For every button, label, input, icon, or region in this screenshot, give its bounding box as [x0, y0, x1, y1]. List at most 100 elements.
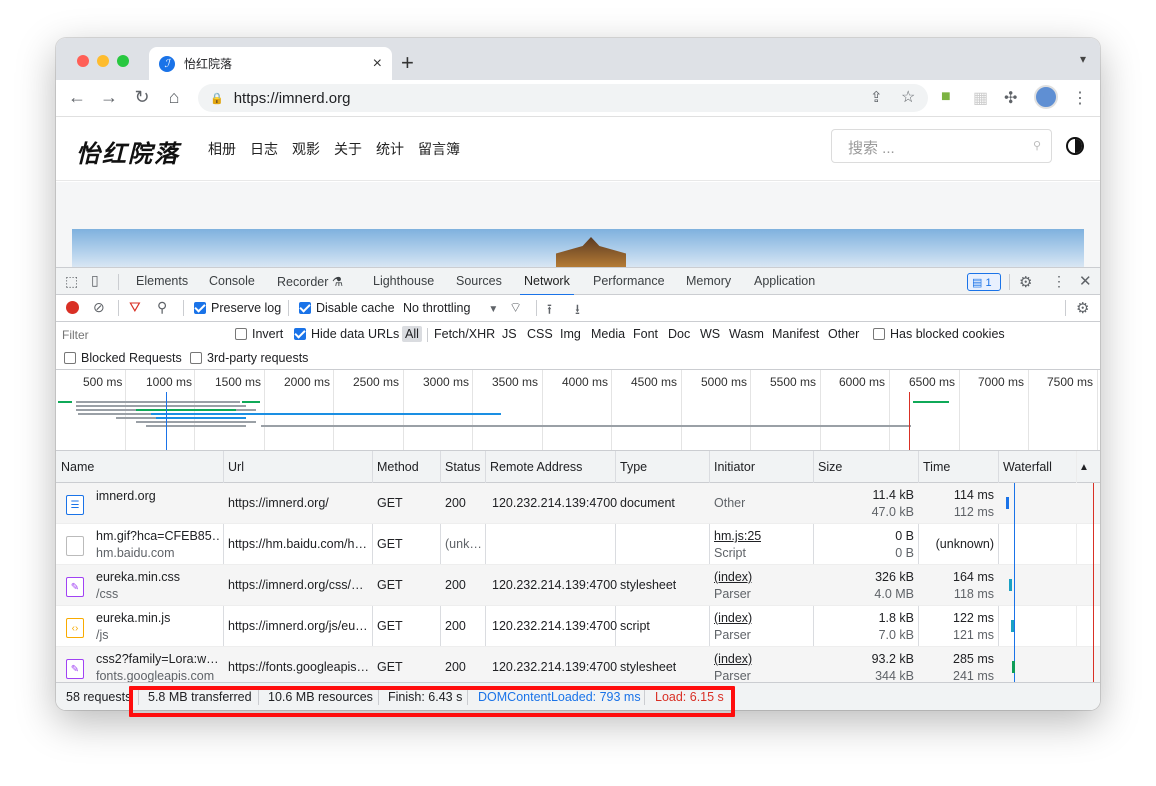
record-icon[interactable]	[66, 301, 79, 314]
nav-item[interactable]: 关于	[334, 139, 362, 159]
load-event-line	[1093, 606, 1094, 647]
tab-recorder[interactable]: Recorder ⚗	[277, 274, 343, 289]
column-header-name[interactable]: Name	[61, 460, 94, 474]
column-header-remote-address[interactable]: Remote Address	[490, 460, 582, 474]
extension-icon[interactable]: ▦	[973, 88, 988, 108]
filter-funnel-icon[interactable]: ⛛	[129, 299, 141, 316]
inspect-element-icon[interactable]: ⬚	[65, 273, 78, 290]
invert-checkbox[interactable]: Invert	[235, 327, 283, 341]
overview-request-bar	[156, 417, 246, 419]
filter-type-css[interactable]: CSS	[524, 326, 556, 342]
issues-count: 1	[985, 277, 992, 289]
back-arrow-icon[interactable]: ←	[66, 87, 88, 108]
tab-elements[interactable]: Elements	[136, 274, 188, 288]
column-header-size[interactable]: Size	[818, 460, 842, 474]
request-initiator[interactable]: (index)	[714, 652, 752, 666]
filter-type-all[interactable]: All	[402, 326, 422, 342]
network-conditions-icon[interactable]: ⌔	[509, 299, 522, 317]
search-icon[interactable]: ⚲	[157, 299, 167, 316]
has-blocked-cookies-checkbox[interactable]: Has blocked cookies	[873, 327, 1005, 341]
filter-type-doc[interactable]: Doc	[665, 326, 693, 342]
settings-gear-icon[interactable]: ⚙	[1019, 273, 1032, 291]
third-party-requests-checkbox[interactable]: 3rd-party requests	[190, 351, 308, 365]
browser-tab[interactable]: ℐ 怡红院落 ×	[149, 47, 392, 80]
column-header-url[interactable]: Url	[228, 460, 244, 474]
new-tab-button[interactable]: +	[401, 50, 414, 76]
table-header: Name Url Method Status Remote Address Ty…	[56, 451, 1100, 483]
tab-sources[interactable]: Sources	[456, 274, 502, 288]
address-bar[interactable]: 🔒 https://imnerd.org ⇪ ☆	[198, 84, 928, 112]
request-time: 122 ms	[953, 611, 994, 625]
request-initiator[interactable]: hm.js:25	[714, 529, 761, 543]
puzzle-icon[interactable]: ✣	[1004, 88, 1017, 108]
close-devtools-icon[interactable]: ✕	[1079, 272, 1092, 290]
column-header-initiator[interactable]: Initiator	[714, 460, 755, 474]
filter-type-ws[interactable]: WS	[697, 326, 723, 342]
nav-item[interactable]: 日志	[250, 139, 278, 159]
tab-network[interactable]: Network	[520, 274, 574, 296]
nav-item[interactable]: 统计	[376, 139, 404, 159]
search-icon[interactable]: ⚲	[1033, 139, 1041, 152]
filter-input[interactable]	[59, 326, 223, 344]
disable-cache-checkbox[interactable]: Disable cache	[299, 301, 395, 315]
devtools-menu-icon[interactable]: ⋮	[1052, 273, 1066, 290]
tab-lighthouse[interactable]: Lighthouse	[373, 274, 434, 288]
timeline-gridline	[611, 370, 612, 450]
reload-icon[interactable]: ↻	[131, 87, 153, 108]
blocked-requests-checkbox[interactable]: Blocked Requests	[64, 351, 182, 365]
export-har-icon[interactable]: ⭳	[575, 299, 580, 323]
nav-item[interactable]: 留言簿	[418, 139, 460, 159]
preserve-log-checkbox[interactable]: Preserve log	[194, 301, 281, 315]
zoom-window-button[interactable]	[117, 55, 129, 67]
android-extension-icon[interactable]: ■	[941, 88, 951, 106]
theme-toggle-icon[interactable]	[1066, 137, 1084, 155]
filter-type-manifest[interactable]: Manifest	[769, 326, 822, 342]
column-header-status[interactable]: Status	[445, 460, 480, 474]
request-initiator[interactable]: (index)	[714, 570, 752, 584]
close-window-button[interactable]	[77, 55, 89, 67]
tab-console[interactable]: Console	[209, 274, 255, 288]
filter-type-wasm[interactable]: Wasm	[726, 326, 767, 342]
share-icon[interactable]: ⇪	[870, 88, 883, 106]
home-icon[interactable]: ⌂	[163, 87, 185, 108]
site-logo[interactable]: 怡红院落	[76, 134, 180, 169]
nav-item[interactable]: 观影	[292, 139, 320, 159]
column-header-type[interactable]: Type	[620, 460, 647, 474]
filter-type-other[interactable]: Other	[825, 326, 862, 342]
throttling-select[interactable]: No throttling ▼	[403, 301, 498, 315]
table-row[interactable]: ✎ eureka.min.css/css https://imnerd.org/cs…	[56, 565, 1100, 606]
sort-ascending-icon[interactable]: ▲	[1079, 462, 1089, 473]
table-row[interactable]: ‹› eureka.min.js/js https://imnerd.org/js/…	[56, 606, 1100, 647]
network-settings-gear-icon[interactable]: ⚙	[1076, 299, 1089, 317]
forward-arrow-icon[interactable]: →	[98, 87, 120, 108]
table-row[interactable]: ☰ imnerd.org https://imnerd.org/GET 200 120.…	[56, 483, 1100, 524]
column-header-method[interactable]: Method	[377, 460, 419, 474]
filter-type-img[interactable]: Img	[557, 326, 584, 342]
bookmark-star-icon[interactable]: ☆	[901, 87, 915, 107]
hide-data-urls-checkbox[interactable]: Hide data URLs	[294, 327, 399, 341]
column-header-time[interactable]: Time	[923, 460, 950, 474]
tab-close-icon[interactable]: ×	[373, 55, 382, 73]
device-toolbar-icon[interactable]: ▯	[91, 272, 99, 289]
issues-badge[interactable]: ▤ 1	[967, 273, 1001, 291]
column-header-waterfall[interactable]: Waterfall	[1003, 460, 1052, 474]
filter-type-media[interactable]: Media	[588, 326, 628, 342]
import-har-icon[interactable]: ⭱	[547, 299, 552, 323]
profile-avatar[interactable]	[1034, 85, 1058, 109]
site-search-input[interactable]: 搜索 ... ⚲	[831, 129, 1052, 163]
filter-type-font[interactable]: Font	[630, 326, 661, 342]
tab-search-chevron-icon[interactable]: ▾	[1080, 52, 1086, 66]
tab-performance[interactable]: Performance	[593, 274, 665, 288]
tab-memory[interactable]: Memory	[686, 274, 731, 288]
clear-icon[interactable]: ⊘	[93, 299, 105, 316]
table-row[interactable]: ✎ css2?family=Lora:w… fonts.googleapis.com…	[56, 647, 1100, 682]
filter-type-fetch-xhr[interactable]: Fetch/XHR	[431, 326, 498, 342]
nav-item[interactable]: 相册	[208, 139, 236, 159]
filter-type-js[interactable]: JS	[499, 326, 520, 342]
more-menu-icon[interactable]: ⋮	[1072, 88, 1088, 108]
network-overview-timeline[interactable]: 500 ms 1000 ms 1500 ms 2000 ms 2500 ms 3…	[56, 370, 1100, 451]
tab-application[interactable]: Application	[754, 274, 815, 288]
request-initiator[interactable]: (index)	[714, 611, 752, 625]
minimize-window-button[interactable]	[97, 55, 109, 67]
table-row[interactable]: hm.gif?hca=CFEB85… hm.baidu.com https://hm…	[56, 524, 1100, 565]
